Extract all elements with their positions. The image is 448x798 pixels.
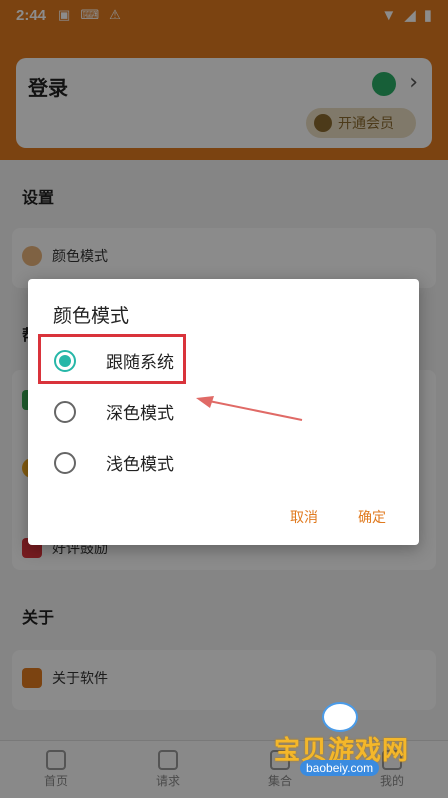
option-dark-mode-label: 深色模式 [106, 404, 174, 424]
watermark-url: baobeiy.com [300, 760, 380, 776]
option-light-mode[interactable]: 浅色模式 [54, 450, 174, 475]
highlight-box [38, 334, 186, 384]
annotation-arrow-icon [196, 396, 303, 421]
watermark-logo: 宝贝游戏网 baobeiy.com [262, 700, 432, 788]
dialog-title: 颜色模式 [53, 305, 130, 327]
cancel-button[interactable]: 取消 [290, 507, 318, 527]
gamepad-icon [322, 702, 358, 732]
option-light-mode-label: 浅色模式 [106, 455, 174, 475]
radio-light-mode[interactable] [54, 451, 76, 474]
confirm-button[interactable]: 确定 [358, 507, 386, 527]
radio-dark-mode[interactable] [54, 400, 76, 423]
option-dark-mode[interactable]: 深色模式 [54, 399, 174, 424]
